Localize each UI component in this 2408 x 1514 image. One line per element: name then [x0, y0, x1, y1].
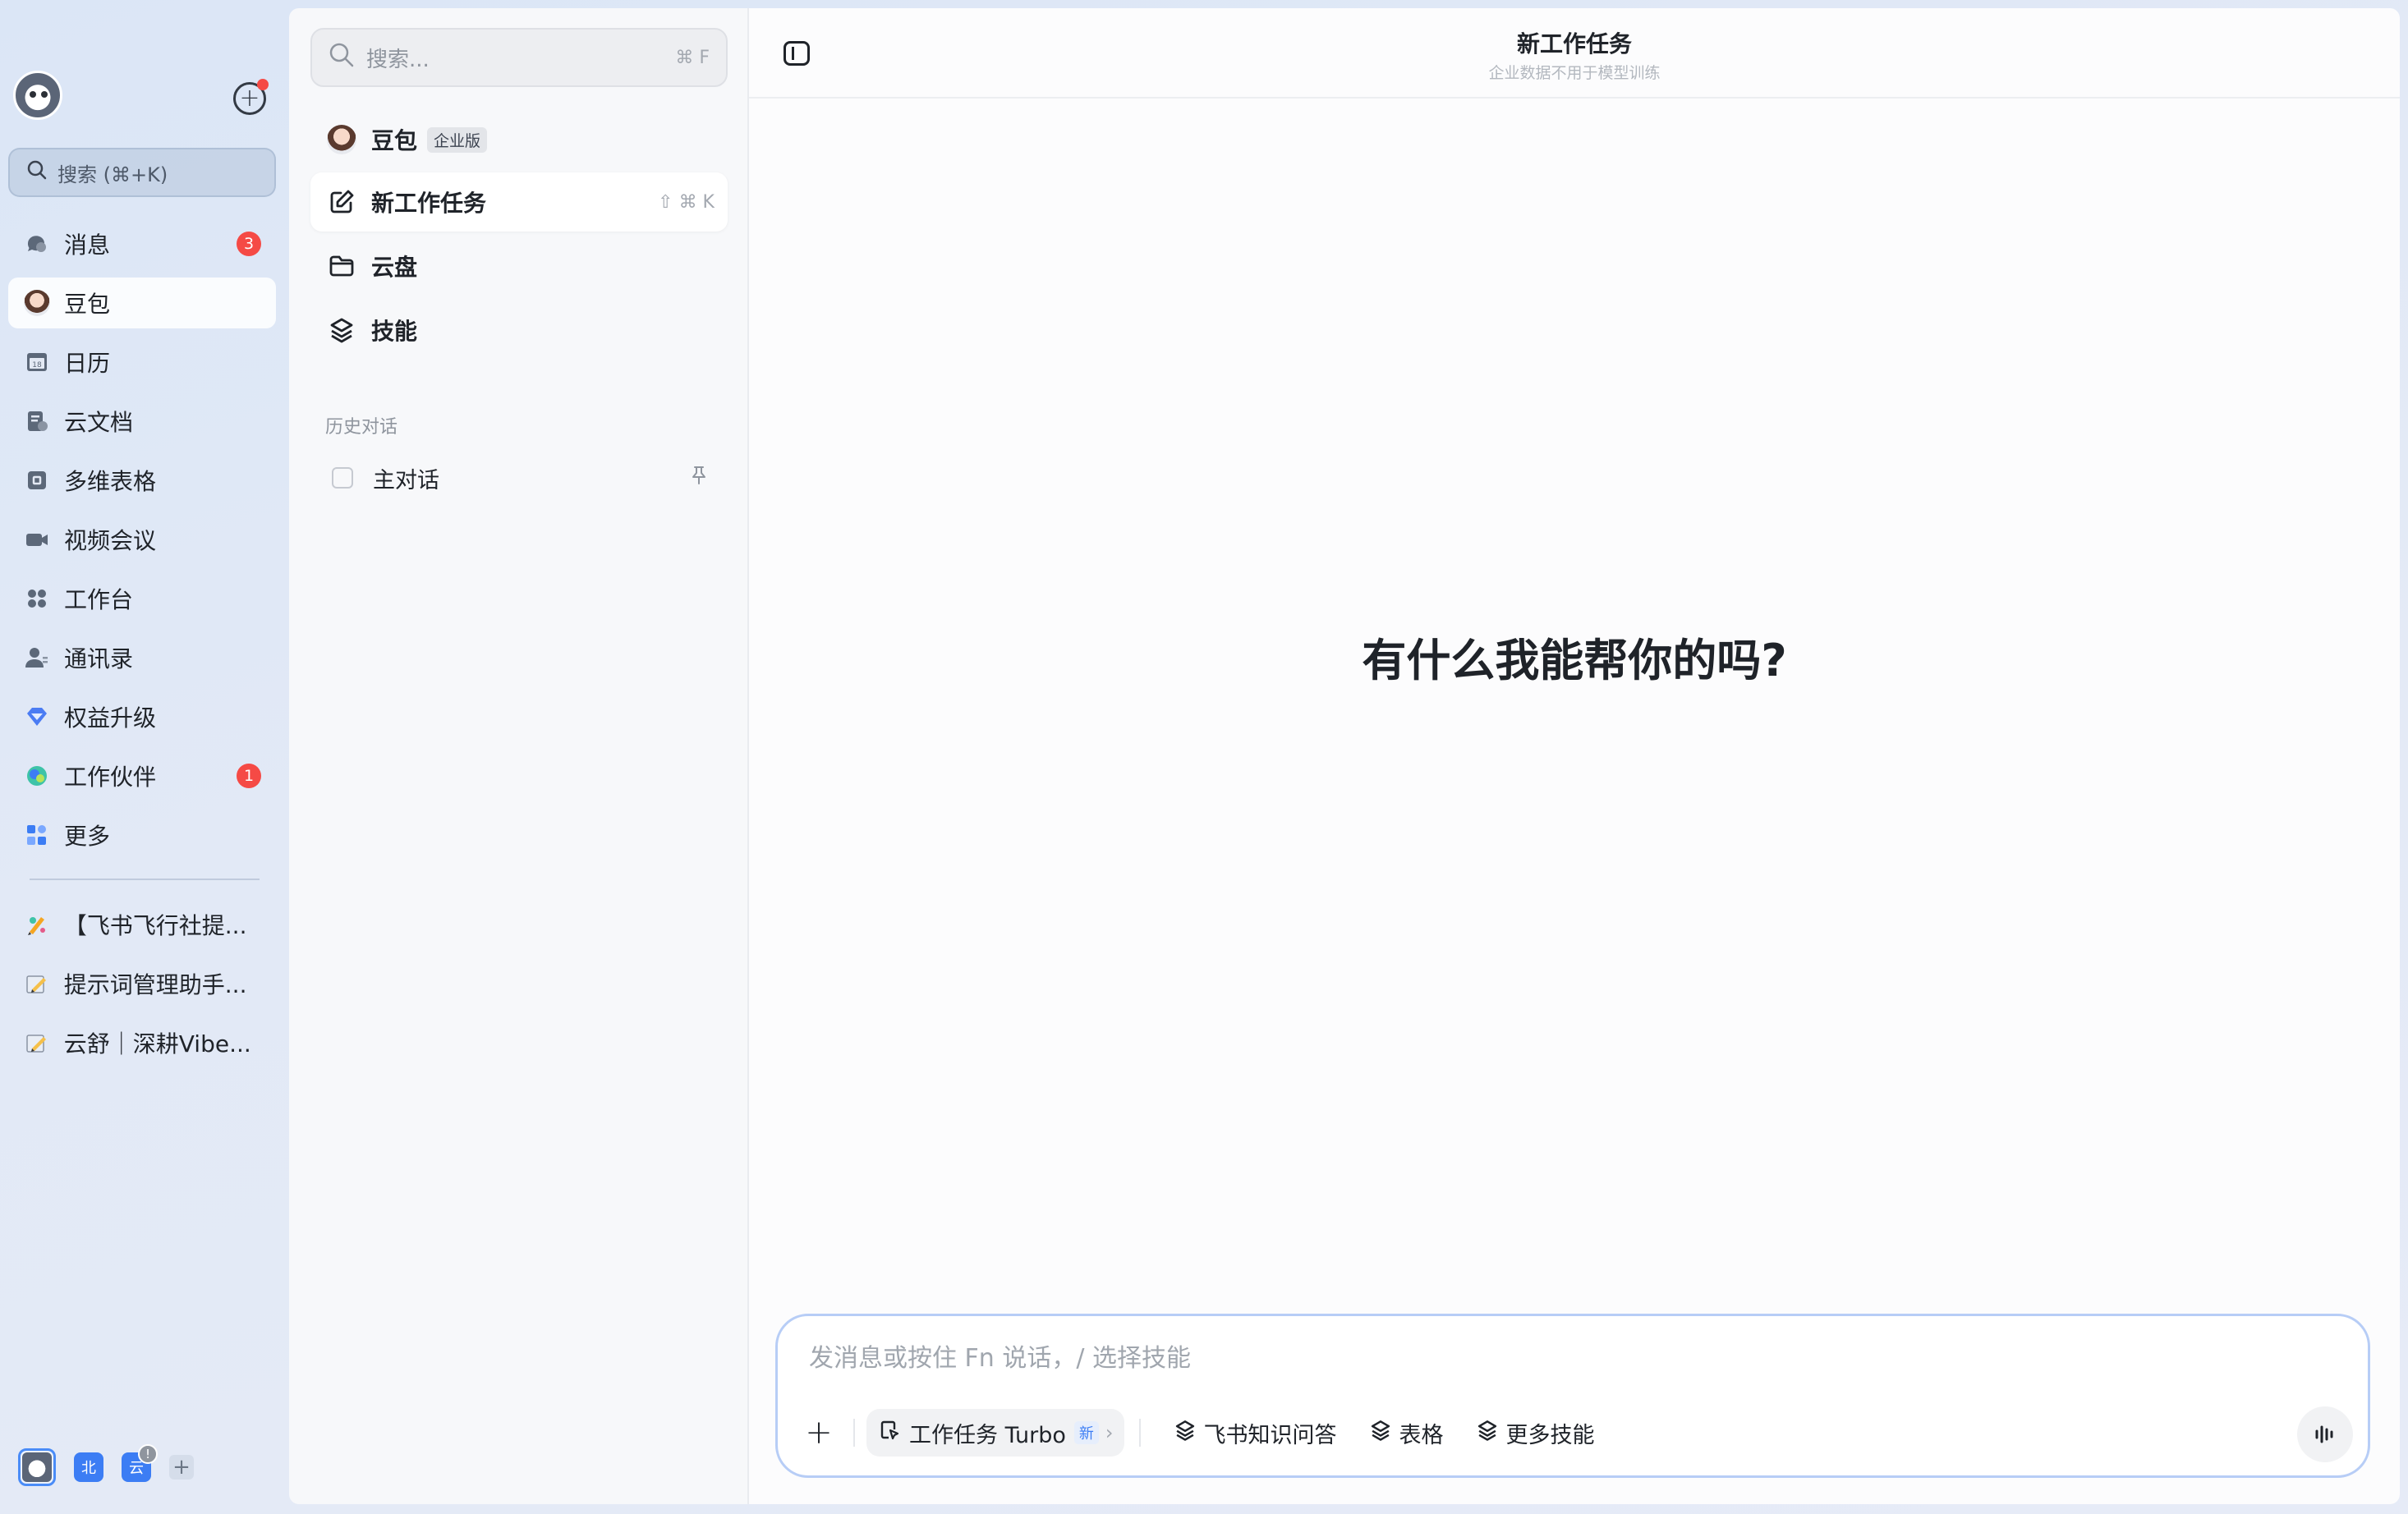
contacts-icon — [23, 644, 51, 672]
message-input[interactable] — [809, 1337, 2205, 1379]
base-table-icon — [23, 466, 51, 494]
nav-item-upgrade[interactable]: 权益升级 — [8, 691, 276, 742]
workplace-grid-icon — [23, 585, 51, 612]
skill-more[interactable]: 更多技能 — [1476, 1417, 1594, 1449]
layers-icon — [327, 315, 356, 345]
layers-icon — [1369, 1419, 1392, 1447]
search-shortcut: ⌘ F — [675, 47, 710, 68]
attach-plus-button[interactable]: + — [802, 1414, 835, 1452]
doubao-search-input[interactable]: 搜索... ⌘ F — [310, 28, 728, 87]
drive-item[interactable]: 云盘 — [310, 236, 728, 296]
toolbar-divider — [853, 1419, 855, 1447]
nav-item-messages[interactable]: 消息 3 — [8, 218, 276, 269]
more-apps-icon — [23, 821, 51, 849]
edit-icon — [327, 187, 356, 217]
layers-icon — [1174, 1419, 1197, 1447]
calendar-icon: 18 — [23, 348, 51, 376]
privacy-notice: 企业数据不用于模型训练 — [1488, 64, 1661, 82]
left-nav: + 搜索 (⌘+K) 消息 3 豆包 18 日历 云文档 多维表格 视频会议 工… — [0, 0, 289, 1514]
main-chat-area: 新工作任务 企业数据不用于模型训练 有什么我能帮你的吗? + 工作任务 Turb… — [749, 8, 2400, 1504]
nav-item-workplace[interactable]: 工作台 — [8, 573, 276, 624]
message-composer: + 工作任务 Turbo 新 › 飞书知识问答 — [775, 1314, 2370, 1478]
skill-knowledge-qa[interactable]: 飞书知识问答 — [1174, 1417, 1336, 1449]
diamond-icon — [23, 703, 51, 731]
page-title: 新工作任务 — [1516, 30, 1632, 57]
skills-item[interactable]: 技能 — [310, 301, 728, 360]
recent-item[interactable]: 【飞书飞行社提... — [8, 900, 276, 949]
doubao-home-item[interactable]: 豆包 企业版 — [310, 110, 728, 169]
doubao-search-placeholder: 搜索... — [366, 47, 430, 72]
nav-item-partners[interactable]: 工作伙伴 1 — [8, 750, 276, 801]
notification-dot — [257, 79, 269, 90]
tenant-avatar-bei[interactable]: 北 — [74, 1452, 103, 1482]
folder-icon — [327, 251, 356, 281]
welcome-greeting: 有什么我能帮你的吗? — [1362, 635, 1787, 686]
chat-bubble-icon — [23, 230, 51, 258]
nav-divider — [30, 879, 260, 880]
video-camera-icon — [23, 525, 51, 553]
doubao-avatar-icon — [23, 289, 51, 317]
waveform-icon — [2315, 1425, 2333, 1443]
doc-pencil-icon — [23, 1029, 51, 1057]
toolbar-divider — [1139, 1419, 1142, 1447]
tenant-avatar-yun[interactable]: 云 — [122, 1444, 158, 1482]
nav-item-more[interactable]: 更多 — [8, 810, 276, 860]
tenant-switcher: 北 云 + — [18, 1444, 194, 1486]
composer-toolbar: + 工作任务 Turbo 新 › 飞书知识问答 表格 更多技能 — [802, 1408, 1594, 1457]
doubao-sidebar: 搜索... ⌘ F 豆包 企业版 新工作任务 ⇧ ⌘ K 云盘 技能 历史对话 … — [289, 8, 749, 1504]
doubao-avatar-icon — [327, 125, 356, 154]
nav-item-video-meeting[interactable]: 视频会议 — [8, 514, 276, 565]
messages-badge: 3 — [237, 232, 261, 256]
chat-doc-icon — [332, 467, 353, 489]
nav-item-calendar[interactable]: 18 日历 — [8, 337, 276, 388]
svg-text:18: 18 — [32, 361, 42, 369]
doc-colorful-icon — [23, 911, 51, 938]
recent-item[interactable]: 提示词管理助手... — [8, 959, 276, 1008]
layers-icon — [1476, 1419, 1499, 1447]
history-section-label: 历史对话 — [325, 417, 398, 438]
plus-circle-icon: + — [239, 84, 260, 112]
new-badge: 新 — [1073, 1421, 1099, 1444]
turbo-mode-selector[interactable]: 工作任务 Turbo 新 › — [866, 1409, 1125, 1457]
task-pin-icon — [878, 1419, 901, 1447]
doc-pencil-icon — [23, 970, 51, 998]
nav-item-contacts[interactable]: 通讯录 — [8, 632, 276, 683]
nav-item-cloud-docs[interactable]: 云文档 — [8, 396, 276, 447]
global-search-button[interactable]: 搜索 (⌘+K) — [8, 148, 276, 197]
partners-badge: 1 — [237, 764, 261, 788]
enterprise-badge: 企业版 — [427, 126, 488, 153]
cloud-doc-icon — [23, 407, 51, 435]
tenant-avatar-current[interactable] — [18, 1448, 56, 1486]
skill-table[interactable]: 表格 — [1369, 1417, 1443, 1449]
history-item[interactable]: 主对话 — [310, 452, 728, 504]
partner-icon — [23, 762, 51, 790]
global-search-label: 搜索 (⌘+K) — [57, 163, 168, 186]
recent-item[interactable]: 云舒｜深耕Vibe... — [8, 1018, 276, 1067]
new-task-shortcut: ⇧ ⌘ K — [658, 191, 715, 213]
nav-item-doubao[interactable]: 豆包 — [8, 278, 276, 328]
chat-header: 新工作任务 企业数据不用于模型训练 — [749, 8, 2400, 99]
search-icon — [329, 42, 355, 74]
voice-input-button[interactable] — [2297, 1406, 2353, 1462]
user-avatar[interactable] — [13, 71, 62, 120]
add-tenant-button[interactable]: + — [169, 1455, 194, 1480]
pin-icon[interactable] — [688, 465, 710, 491]
new-task-item[interactable]: 新工作任务 ⇧ ⌘ K — [310, 172, 728, 232]
nav-item-base[interactable]: 多维表格 — [8, 455, 276, 506]
chevron-right-icon: › — [1105, 1421, 1114, 1444]
search-icon — [26, 159, 48, 186]
